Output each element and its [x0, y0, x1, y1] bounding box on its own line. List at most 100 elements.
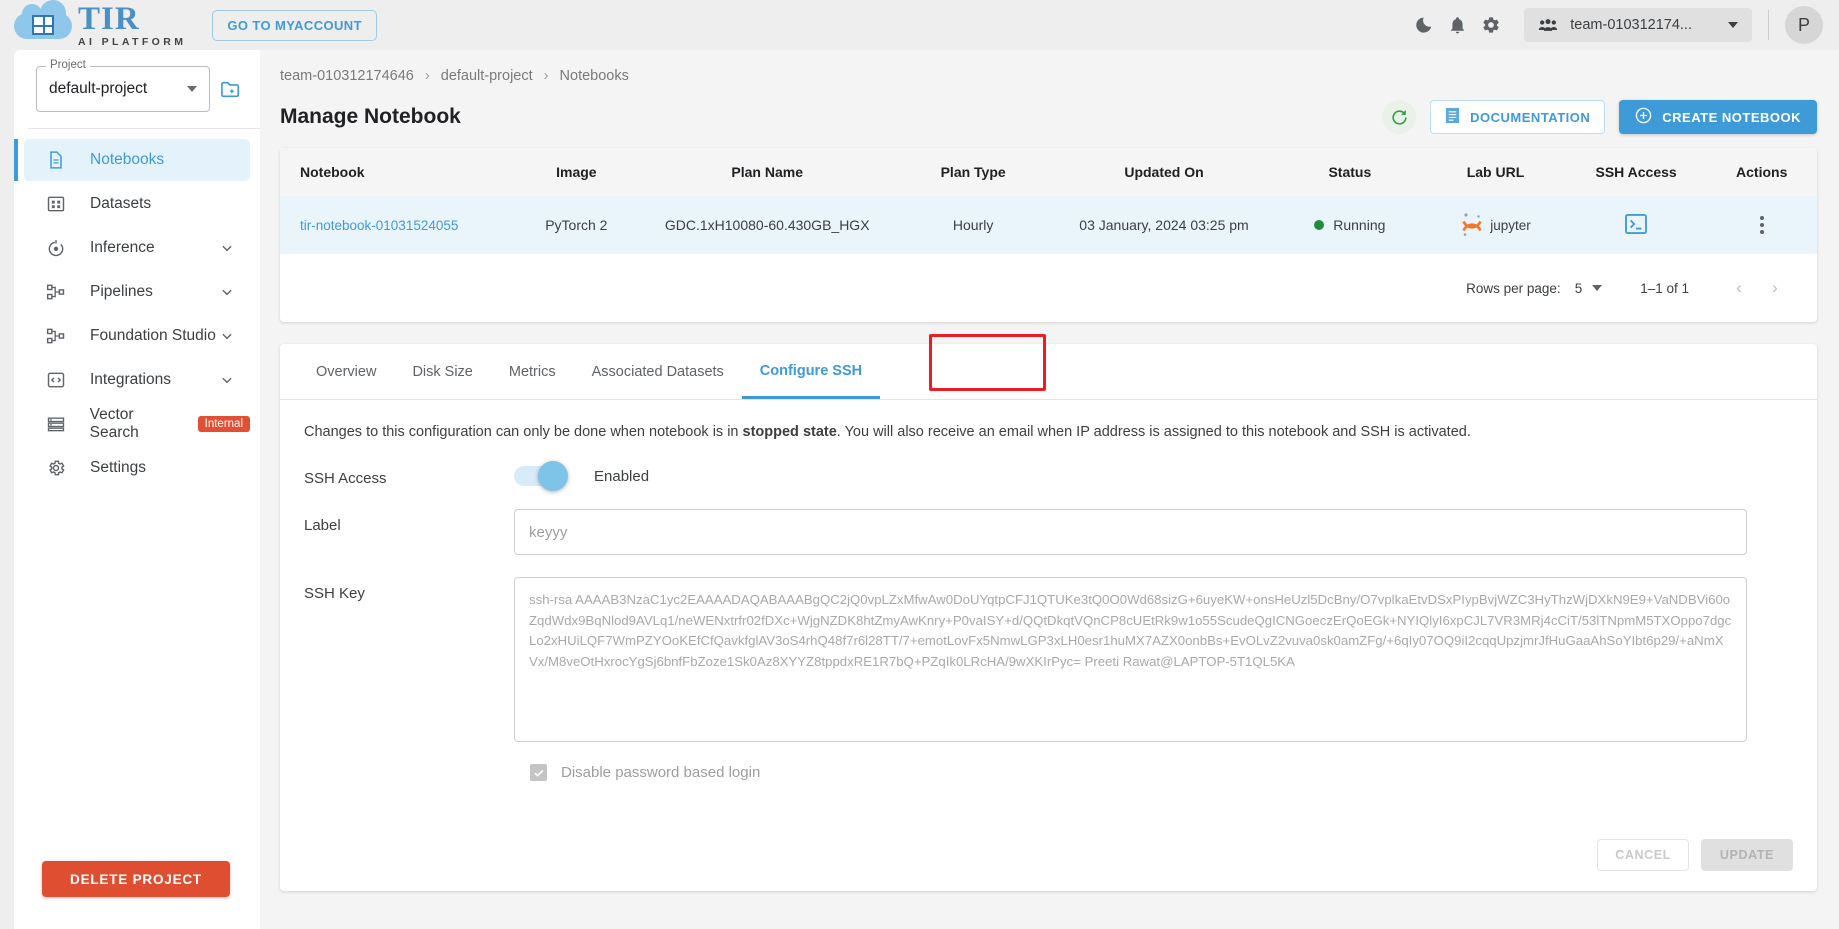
- rows-per-page-label: Rows per page:: [1466, 280, 1561, 296]
- ssh-info-bold: stopped state: [742, 424, 837, 440]
- label-row: Label: [280, 509, 1817, 555]
- notebook-link[interactable]: tir-notebook-01031524055: [300, 218, 458, 233]
- project-select-legend: Project: [46, 59, 90, 71]
- tab-metrics[interactable]: Metrics: [491, 345, 574, 399]
- ssh-access-toggle[interactable]: [514, 461, 568, 491]
- sidebar-item-datasets[interactable]: Datasets: [24, 183, 250, 225]
- jupyter-icon: [1462, 213, 1482, 236]
- breadcrumb-item-notebooks[interactable]: Notebooks: [560, 68, 629, 84]
- label-input[interactable]: [514, 509, 1747, 555]
- sidebar-item-label: Settings: [90, 459, 147, 476]
- team-label: team-010312174...: [1570, 17, 1692, 33]
- ssh-key-input[interactable]: [514, 577, 1747, 742]
- create-project-folder-icon[interactable]: [220, 79, 242, 99]
- cloud-logo-icon: [14, 0, 72, 45]
- previous-page-button[interactable]: ‹: [1721, 270, 1757, 306]
- cell-updated-on: 03 January, 2024 03:25 pm: [1053, 196, 1275, 254]
- divider: [1768, 10, 1769, 40]
- column-header-lab-url: Lab URL: [1425, 148, 1566, 196]
- pagination-range: 1–1 of 1: [1640, 280, 1689, 296]
- create-notebook-button[interactable]: CREATE NOTEBOOK: [1619, 100, 1817, 134]
- ssh-access-state: Enabled: [594, 467, 650, 485]
- chevron-down-icon: [220, 373, 234, 387]
- pipeline-icon: [46, 282, 72, 302]
- project-select[interactable]: Project default-project: [36, 59, 210, 112]
- tab-associated-datasets[interactable]: Associated Datasets: [574, 345, 742, 399]
- brand-text: TIR AI PLATFORM: [78, 2, 186, 48]
- breadcrumb-separator: ›: [543, 68, 549, 84]
- jupyter-link[interactable]: jupyter: [1425, 212, 1566, 238]
- brand-logo: TIR AI PLATFORM: [14, 0, 186, 48]
- tab-bar: Overview Disk Size Metrics Associated Da…: [280, 334, 1817, 400]
- tab-disk-size[interactable]: Disk Size: [394, 345, 490, 399]
- project-selector-row: Project default-project: [14, 50, 260, 126]
- column-header-plan-name: Plan Name: [641, 148, 893, 196]
- column-header-actions: Actions: [1706, 148, 1817, 196]
- sidebar-item-settings[interactable]: Settings: [24, 447, 250, 489]
- breadcrumb-item-project[interactable]: default-project: [441, 68, 533, 84]
- sidebar-item-label: Notebooks: [90, 151, 165, 168]
- column-header-ssh-access: SSH Access: [1565, 148, 1707, 196]
- tab-configure-ssh[interactable]: Configure SSH: [741, 345, 881, 399]
- label-field-label: Label: [304, 517, 341, 534]
- notebooks-table-card: Notebook Image Plan Name Plan Type Updat…: [280, 148, 1817, 322]
- sidebar-item-notebooks[interactable]: Notebooks: [14, 139, 250, 181]
- people-icon: [1539, 19, 1558, 31]
- avatar[interactable]: P: [1785, 6, 1823, 44]
- cell-ssh-access: [1565, 196, 1707, 254]
- sidebar-item-foundation-studio[interactable]: Foundation Studio: [24, 315, 250, 357]
- form-actions: CANCEL UPDATE: [1597, 839, 1793, 871]
- sidebar-item-vector-search[interactable]: Vector Search Internal: [24, 403, 250, 445]
- sidebar-item-pipelines[interactable]: Pipelines: [24, 271, 250, 313]
- go-to-myaccount-button[interactable]: GO TO MYACCOUNT: [212, 9, 377, 41]
- disable-password-login-label: Disable password based login: [561, 764, 761, 781]
- gear-icon[interactable]: [1474, 8, 1508, 42]
- cell-notebook-name: tir-notebook-01031524055: [280, 196, 512, 254]
- chevron-down-icon: [220, 241, 234, 255]
- breadcrumb-separator: ›: [424, 68, 430, 84]
- cancel-button[interactable]: CANCEL: [1597, 839, 1689, 871]
- column-header-updated-on: Updated On: [1053, 148, 1275, 196]
- divider: [28, 128, 260, 129]
- next-page-button[interactable]: ›: [1757, 270, 1793, 306]
- sidebar-item-inference[interactable]: Inference: [24, 227, 250, 269]
- sidebar-item-integrations[interactable]: Integrations: [24, 359, 250, 401]
- sidebar-item-label: Pipelines: [90, 283, 153, 300]
- cell-image: PyTorch 2: [511, 196, 642, 254]
- rows-per-page-select[interactable]: 5: [1575, 281, 1603, 296]
- grid-icon: [46, 194, 72, 214]
- terminal-icon[interactable]: [1625, 213, 1648, 234]
- document-icon: [46, 150, 72, 170]
- page-header: Manage Notebook DOCUMENTATION CREATE NOT…: [260, 84, 1839, 134]
- notifications-icon[interactable]: [1440, 8, 1474, 42]
- status-label: Running: [1333, 217, 1386, 233]
- table-header-row: Notebook Image Plan Name Plan Type Updat…: [280, 148, 1817, 196]
- breadcrumb-item-team[interactable]: team-010312174646: [280, 68, 414, 84]
- refresh-icon[interactable]: [1382, 100, 1417, 134]
- dark-mode-icon[interactable]: [1406, 8, 1440, 42]
- table-row[interactable]: tir-notebook-01031524055 PyTorch 2 GDC.1…: [280, 196, 1817, 254]
- tab-overview[interactable]: Overview: [298, 345, 394, 399]
- delete-project-button[interactable]: DELETE PROJECT: [42, 861, 230, 897]
- chevron-down-icon: [1728, 22, 1738, 28]
- notebook-detail-card: Overview Disk Size Metrics Associated Da…: [280, 334, 1817, 891]
- notebooks-table: Notebook Image Plan Name Plan Type Updat…: [280, 148, 1817, 254]
- team-selector[interactable]: team-010312174...: [1524, 8, 1752, 42]
- cell-lab-url: jupyter: [1425, 196, 1566, 254]
- sidebar: Project default-project Notebooks Datase…: [14, 50, 260, 929]
- ssh-info-post: . You will also receive an email when IP…: [836, 424, 1471, 440]
- column-header-plan-type: Plan Type: [892, 148, 1054, 196]
- column-header-status: Status: [1274, 148, 1426, 196]
- update-button[interactable]: UPDATE: [1700, 839, 1793, 871]
- disable-password-login-checkbox[interactable]: [530, 764, 547, 781]
- kebab-menu-icon[interactable]: [1706, 216, 1817, 234]
- plus-circle-icon: [1635, 107, 1652, 127]
- chevron-down-icon: [1592, 285, 1603, 291]
- documentation-button[interactable]: DOCUMENTATION: [1430, 100, 1606, 134]
- status-badge: Internal: [197, 416, 250, 432]
- project-select-value: default-project: [49, 80, 148, 97]
- status-dot-icon: [1314, 220, 1325, 230]
- create-notebook-label: CREATE NOTEBOOK: [1662, 109, 1801, 125]
- jupyter-label: jupyter: [1490, 217, 1531, 233]
- ssh-info-pre: Changes to this configuration can only b…: [304, 424, 743, 440]
